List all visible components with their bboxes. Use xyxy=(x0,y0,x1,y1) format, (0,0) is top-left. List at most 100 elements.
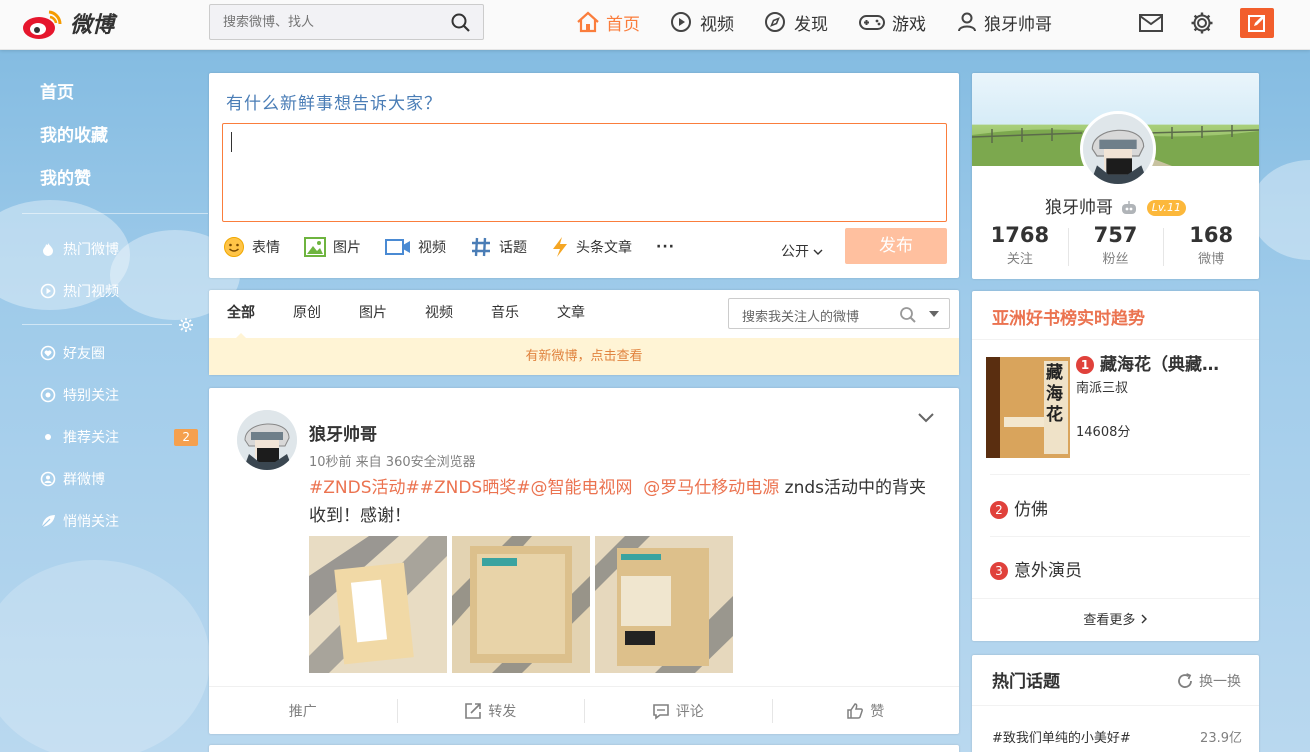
sidebar-item-home[interactable]: 首页 xyxy=(40,72,208,115)
book-ranking-title[interactable]: 亚洲好书榜实时趋势 xyxy=(992,304,1145,329)
tab-images[interactable]: 图片 xyxy=(359,290,387,338)
visibility-dropdown[interactable]: 公开 xyxy=(781,241,823,261)
avatar[interactable] xyxy=(237,410,297,470)
tool-label: 头条文章 xyxy=(576,240,632,256)
publish-textarea[interactable] xyxy=(222,123,947,222)
tab-music[interactable]: 音乐 xyxy=(491,290,519,338)
sidebar-item-hot-weibo[interactable]: 热门微博 xyxy=(22,228,208,270)
stat-label: 微博 xyxy=(1198,252,1225,267)
gear-icon[interactable] xyxy=(1190,11,1214,35)
action-label: 推广 xyxy=(288,703,317,720)
search-icon[interactable] xyxy=(451,13,471,33)
caret-down-icon[interactable] xyxy=(929,311,939,318)
like-button[interactable]: 赞 xyxy=(771,687,960,734)
stat-label: 粉丝 xyxy=(1102,252,1129,267)
publish-prompt: 有什么新鲜事想告诉大家？ xyxy=(226,94,442,114)
sidebar-item-group-weibo[interactable]: 群微博 xyxy=(22,458,208,500)
book-author[interactable]: 南派三叔 xyxy=(1076,377,1128,396)
search-input[interactable] xyxy=(210,5,430,39)
book-rank-2[interactable]: 2 仿佛 xyxy=(990,495,1048,520)
stat-following[interactable]: 1768 关注 xyxy=(972,223,1068,267)
stat-number: 168 xyxy=(1189,223,1234,247)
dot-icon xyxy=(40,429,56,445)
comment-button[interactable]: 评论 xyxy=(584,687,772,734)
nav-profile[interactable]: 狼牙帅哥 xyxy=(956,10,1052,35)
mention-link[interactable]: @智能电视网 xyxy=(530,478,632,498)
heart-icon xyxy=(40,345,56,361)
group-settings-gear-icon[interactable] xyxy=(178,317,194,333)
avatar-image xyxy=(1083,114,1153,184)
sidebar-item-recommended[interactable]: 推荐关注 2 xyxy=(22,416,208,458)
tab-original[interactable]: 原创 xyxy=(293,290,321,338)
view-more-link[interactable]: 查看更多 xyxy=(972,598,1259,641)
hashtag-link[interactable]: #ZNDS晒奖# xyxy=(420,478,531,498)
refresh-button[interactable]: 换一换 xyxy=(1176,671,1241,691)
feed-search-input[interactable]: 搜索我关注人的微博 xyxy=(728,298,950,329)
promote-button[interactable]: 推广 xyxy=(209,687,397,734)
divider xyxy=(990,474,1250,475)
action-label: 评论 xyxy=(675,703,704,720)
rank-number: 3 xyxy=(990,562,1008,580)
more-tools-button[interactable]: ··· xyxy=(656,239,675,255)
emoji-button[interactable]: 表情 xyxy=(223,236,280,258)
tab-all[interactable]: 全部 xyxy=(227,290,255,339)
chevron-down-icon[interactable] xyxy=(917,412,935,424)
book-rank-3[interactable]: 3 意外演员 xyxy=(990,556,1082,581)
view-more-label: 查看更多 xyxy=(1083,613,1136,628)
leaf-icon xyxy=(40,513,56,529)
tab-articles[interactable]: 文章 xyxy=(557,290,585,338)
repost-button[interactable]: 转发 xyxy=(396,687,585,734)
nav-games[interactable]: 游戏 xyxy=(858,10,926,35)
video-camera-icon xyxy=(385,239,410,255)
post-image[interactable] xyxy=(595,536,733,673)
nav-discover[interactable]: 发现 xyxy=(764,10,828,35)
search-icon[interactable] xyxy=(899,306,917,324)
profile-card: 狼牙帅哥 Lv.11 1768 关注 757 粉丝 168 微博 xyxy=(972,73,1259,279)
mention-link[interactable]: @罗马仕移动电源 xyxy=(643,478,779,498)
more-label: ··· xyxy=(656,239,675,255)
rank-number: 2 xyxy=(990,501,1008,519)
stat-followers[interactable]: 757 粉丝 xyxy=(1067,223,1164,267)
post-image[interactable] xyxy=(309,536,447,673)
book-cover[interactable]: 藏海花 xyxy=(986,357,1070,458)
hashtag-link[interactable]: #ZNDS活动# xyxy=(309,478,420,498)
new-posts-notice[interactable]: 有新微博，点击查看 xyxy=(209,338,959,375)
divider xyxy=(972,339,1259,340)
sidebar-item-friends-circle[interactable]: 好友圈 xyxy=(22,332,208,374)
video-button[interactable]: 视频 xyxy=(385,237,446,257)
member-robot-icon[interactable] xyxy=(1120,200,1138,216)
compose-button[interactable] xyxy=(1240,8,1274,38)
nav-home[interactable]: 首页 xyxy=(576,10,640,35)
topic-name: #致我们单纯的小美好# xyxy=(992,731,1131,746)
weibo-logo-icon xyxy=(23,10,62,39)
image-button[interactable]: 图片 xyxy=(304,237,361,257)
sidebar-item-favorites[interactable]: 我的收藏 xyxy=(40,115,208,158)
topic-button[interactable]: 话题 xyxy=(470,236,527,258)
sidebar-item-hot-video[interactable]: 热门视频 xyxy=(22,270,208,312)
article-button[interactable]: 头条文章 xyxy=(551,236,632,258)
sidebar-item-likes[interactable]: 我的赞 xyxy=(40,158,208,201)
profile-name[interactable]: 狼牙帅哥 xyxy=(1045,198,1113,218)
tool-label: 表情 xyxy=(252,240,280,256)
sidebar-main-links: 首页 我的收藏 我的赞 xyxy=(22,72,208,201)
feed-tabs: 全部 原创 图片 视频 音乐 文章 xyxy=(227,290,623,339)
gamepad-icon xyxy=(859,15,885,30)
tab-video[interactable]: 视频 xyxy=(425,290,453,338)
post-image[interactable] xyxy=(452,536,590,673)
publish-button[interactable]: 发布 xyxy=(845,228,947,264)
topic-item[interactable]: #致我们单纯的小美好# 23.9亿 xyxy=(992,727,1242,746)
hashtag-icon xyxy=(472,237,490,257)
sidebar-item-quiet-follow[interactable]: 悄悄关注 xyxy=(22,500,208,542)
nav-video[interactable]: 视频 xyxy=(670,10,734,35)
sidebar-item-label: 热门视频 xyxy=(63,284,119,300)
book-ranking-card: 亚洲好书榜实时趋势 藏海花 1 藏海花（典藏… 南派三叔 14608分 2 仿佛 3… xyxy=(972,291,1259,641)
sidebar-item-special-follow[interactable]: 特别关注 xyxy=(22,374,208,416)
post-author[interactable]: 狼牙帅哥 xyxy=(309,420,377,445)
stat-posts[interactable]: 168 微博 xyxy=(1163,223,1259,267)
book-rank-1[interactable]: 1 藏海花（典藏… xyxy=(1076,350,1246,375)
weibo-logo[interactable]: 微博 xyxy=(22,6,114,40)
level-badge[interactable]: Lv.11 xyxy=(1146,200,1187,216)
avatar[interactable] xyxy=(1080,111,1156,187)
book-title: 意外演员 xyxy=(1014,561,1082,581)
mail-icon[interactable] xyxy=(1138,12,1164,34)
